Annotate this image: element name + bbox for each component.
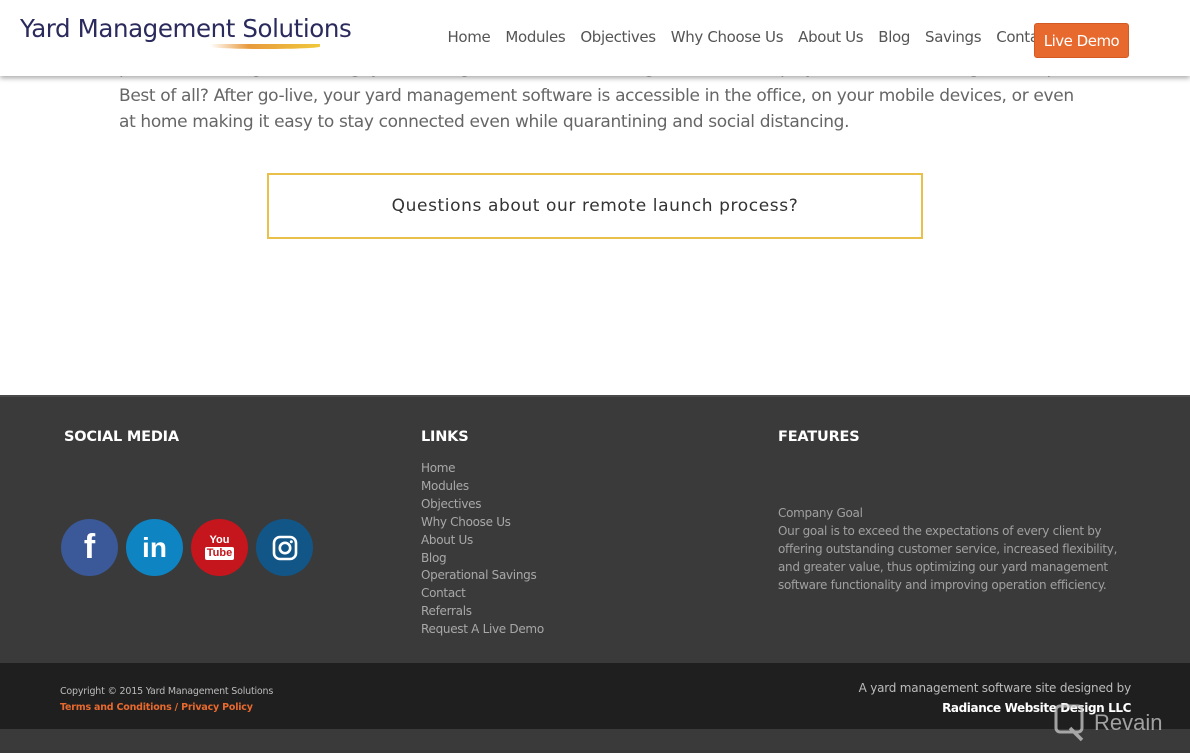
facebook-link[interactable]: f	[61, 519, 118, 576]
nav-why-choose-us[interactable]: Why Choose Us	[663, 28, 790, 46]
designed-by-text: A yard management software site designed…	[858, 681, 1132, 695]
social-links: f in You Tube	[61, 519, 313, 576]
watermark-text: Revain	[1094, 710, 1163, 735]
footer-link-request-demo[interactable]: Request A Live Demo	[421, 621, 544, 639]
footer-link-modules[interactable]: Modules	[421, 478, 544, 496]
footer-link-referrals[interactable]: Referrals	[421, 603, 544, 621]
nav-home[interactable]: Home	[440, 28, 498, 46]
bottom-bar: Copyright © 2015 Yard Management Solutio…	[0, 663, 1190, 729]
footer-link-why-choose-us[interactable]: Why Choose Us	[421, 514, 544, 532]
live-demo-button[interactable]: Live Demo	[1034, 23, 1129, 58]
nav-objectives[interactable]: Objectives	[573, 28, 663, 46]
youtube-link[interactable]: You Tube	[191, 519, 248, 576]
facebook-icon: f	[83, 528, 96, 566]
linkedin-icon: in	[142, 531, 167, 563]
footer-links: Home Modules Objectives Why Choose Us Ab…	[421, 460, 544, 639]
terms-link[interactable]: Terms and Conditions	[60, 702, 172, 713]
instagram-link[interactable]	[256, 519, 313, 576]
linkedin-link[interactable]: in	[126, 519, 183, 576]
privacy-link[interactable]: Privacy Policy	[181, 702, 253, 713]
features-block: Company Goal Our goal is to exceed the e…	[778, 504, 1128, 594]
youtube-icon-bottom: Tube	[204, 547, 235, 560]
footer-link-about-us[interactable]: About Us	[421, 532, 544, 550]
remote-launch-questions-button[interactable]: Questions about our remote launch proces…	[267, 173, 923, 239]
nav-about-us[interactable]: About Us	[791, 28, 871, 46]
footer-link-home[interactable]: Home	[421, 460, 544, 478]
footer-link-contact[interactable]: Contact	[421, 585, 544, 603]
footer-link-blog[interactable]: Blog	[421, 550, 544, 568]
links-heading: LINKS	[421, 429, 469, 445]
features-heading: FEATURES	[778, 429, 860, 445]
site-logo[interactable]: Yard Management Solutions	[20, 14, 352, 43]
site-footer: SOCIAL MEDIA f in You Tube LINKS Home Mo…	[0, 395, 1190, 663]
company-goal-title: Company Goal	[778, 506, 863, 520]
legal-links: Terms and Conditions / Privacy Policy	[60, 702, 253, 713]
copyright-text: Copyright © 2015 Yard Management Solutio…	[60, 686, 274, 697]
logo-swoosh	[210, 44, 320, 49]
footer-link-operational-savings[interactable]: Operational Savings	[421, 567, 544, 585]
social-media-heading: SOCIAL MEDIA	[64, 429, 179, 445]
footer-link-objectives[interactable]: Objectives	[421, 496, 544, 514]
site-header: Yard Management Solutions Home Modules O…	[0, 0, 1190, 76]
body-paragraph: Best of all? After go-live, your yard ma…	[119, 86, 1074, 132]
nav-blog[interactable]: Blog	[871, 28, 918, 46]
legal-separator: /	[171, 702, 182, 713]
main-nav: Home Modules Objectives Why Choose Us Ab…	[440, 28, 1060, 46]
page-bottom-strip	[0, 729, 1190, 753]
watermark: Revain	[1054, 704, 1162, 742]
revain-logo-icon	[1054, 704, 1084, 742]
nav-modules[interactable]: Modules	[498, 28, 573, 46]
instagram-icon	[272, 535, 297, 560]
company-goal-text: Our goal is to exceed the expectations o…	[778, 524, 1118, 592]
nav-savings[interactable]: Savings	[918, 28, 989, 46]
youtube-icon-top: You	[209, 534, 230, 546]
